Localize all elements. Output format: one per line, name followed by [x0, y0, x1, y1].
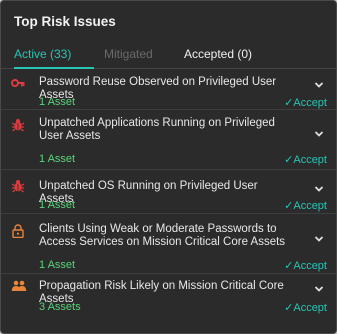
issue-row[interactable]: Clients Using Weak or Moderate Passwords… — [1, 214, 336, 274]
bug-icon — [11, 118, 25, 132]
tab-active[interactable]: Active (33) — [14, 47, 71, 61]
lock-icon — [11, 224, 25, 239]
issue-row[interactable]: Password Reuse Observed on Privileged Us… — [1, 70, 336, 110]
issue-title: Password Reuse Observed on Privileged Us… — [39, 76, 277, 101]
accept-button[interactable]: ✓Accept — [284, 153, 327, 166]
issue-title: Unpatched OS Running on Privileged User … — [39, 180, 258, 205]
issue-row[interactable]: Unpatched OS Running on Privileged User … — [1, 170, 336, 214]
chevron-down-icon[interactable] — [314, 231, 324, 242]
asset-count-link[interactable]: 1 Asset — [39, 199, 75, 211]
tab-mitigated[interactable]: Mitigated — [104, 47, 153, 61]
chevron-down-icon[interactable] — [314, 77, 324, 88]
key-icon — [11, 76, 25, 90]
chevron-down-icon[interactable] — [314, 181, 324, 192]
users-icon — [11, 279, 27, 293]
issue-row[interactable]: Propagation Risk Likely on Mission Criti… — [1, 274, 336, 319]
asset-count-link[interactable]: 1 Asset — [39, 259, 75, 271]
chevron-down-icon[interactable] — [314, 281, 324, 292]
bug-icon — [11, 179, 25, 193]
chevron-down-icon[interactable] — [314, 126, 324, 137]
issue-title: Unpatched Applications Running on Privil… — [39, 117, 275, 142]
asset-count-link[interactable]: 1 Asset — [39, 96, 75, 108]
accept-button[interactable]: ✓Accept — [284, 199, 327, 212]
active-tab-indicator — [14, 67, 94, 69]
tab-bar: Active (33) Mitigated Accepted (0) — [1, 39, 336, 69]
issue-row[interactable]: Unpatched Applications Running on Privil… — [1, 110, 336, 170]
top-risk-issues-panel: Top Risk Issues Active (33) Mitigated Ac… — [0, 0, 337, 334]
asset-count-link[interactable]: 3 Assets — [39, 301, 81, 313]
tab-accepted[interactable]: Accepted (0) — [184, 47, 252, 61]
issue-title: Clients Using Weak or Moderate Passwords… — [39, 223, 286, 248]
panel-title: Top Risk Issues — [14, 14, 116, 29]
accept-button[interactable]: ✓Accept — [284, 96, 327, 109]
accept-button[interactable]: ✓Accept — [284, 301, 327, 314]
accept-button[interactable]: ✓Accept — [284, 259, 327, 272]
asset-count-link[interactable]: 1 Asset — [39, 153, 75, 165]
